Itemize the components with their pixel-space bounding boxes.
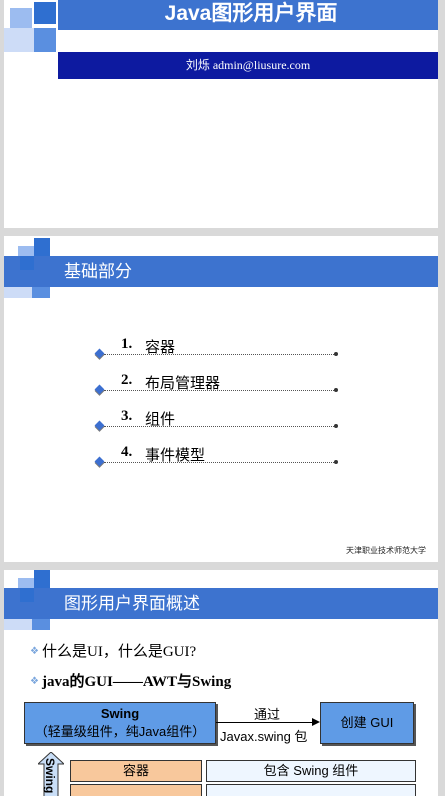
- presentation-title: Java图形用户界面: [164, 2, 338, 25]
- author-info: 刘烁 admin@liusure.com: [185, 58, 311, 72]
- item-number: 1.: [121, 336, 133, 352]
- bullet-line: ❖ java的GUI——AWT与Swing: [30, 670, 231, 691]
- slide-basics: 基础部分 1. 容器 2. 布局管理器 3. 组件 4. 事件模型 天津职业技术…: [4, 236, 438, 562]
- diamond-bullet-icon: [94, 384, 105, 395]
- rule-end-dot: [334, 388, 338, 392]
- section-title: 图形用户界面概述: [64, 594, 200, 613]
- swing-title: Swing: [100, 706, 140, 721]
- contains-box-lower: [206, 784, 416, 796]
- item-number: 3.: [121, 408, 133, 424]
- item-number: 2.: [121, 372, 133, 388]
- author-bar: 刘烁 admin@liusure.com: [58, 52, 438, 79]
- decor-square: [4, 286, 32, 298]
- list-item: 2. 布局管理器: [94, 372, 338, 396]
- rule-end-dot: [334, 460, 338, 464]
- arrow-right-icon: [312, 718, 320, 726]
- list-item: 4. 事件模型: [94, 444, 338, 468]
- diamond-bullet-icon: ❖: [30, 676, 39, 687]
- bullet-line: ❖ 什么是UI，什么是GUI?: [30, 640, 196, 661]
- arrow-label-bottom: Javax.swing 包: [220, 729, 308, 744]
- arrow-line: [216, 722, 314, 723]
- dotted-rule: [104, 426, 336, 427]
- container-box: 容器: [70, 760, 202, 782]
- slide-gui-overview: 图形用户界面概述 ❖ 什么是UI，什么是GUI? ❖ java的GUI——AWT与S…: [4, 570, 438, 796]
- diamond-bullet-icon: [94, 420, 105, 431]
- vertical-label: Swing: [43, 758, 57, 794]
- decor-square: [34, 238, 50, 256]
- decor-square: [20, 256, 34, 270]
- decor-square: [34, 570, 50, 588]
- decor-square: [4, 28, 34, 52]
- item-number: 4.: [121, 444, 133, 460]
- dotted-rule: [104, 462, 336, 463]
- decor-square: [4, 618, 32, 630]
- bullet-text: java的GUI——AWT与Swing: [42, 674, 232, 690]
- container-box-lower: [70, 784, 202, 796]
- list-item: 1. 容器: [94, 336, 338, 360]
- decor-square: [34, 28, 56, 52]
- decor-square: [10, 8, 32, 28]
- diamond-bullet-icon: [94, 456, 105, 467]
- diamond-bullet-icon: [94, 348, 105, 359]
- slide-title: Java图形用户界面 刘烁 admin@liusure.com: [4, 0, 438, 228]
- section-title: 基础部分: [64, 262, 132, 281]
- diamond-bullet-icon: ❖: [30, 646, 39, 657]
- swing-box: Swing （轻量级组件，纯Java组件）: [24, 702, 216, 744]
- decor-square: [32, 286, 50, 298]
- contains-box: 包含 Swing 组件: [206, 760, 416, 782]
- list-item: 3. 组件: [94, 408, 338, 432]
- create-gui-box: 创建 GUI: [320, 702, 414, 744]
- dotted-rule: [104, 390, 336, 391]
- dotted-rule: [104, 354, 336, 355]
- rule-end-dot: [334, 352, 338, 356]
- decor-square: [32, 618, 50, 630]
- swing-subtitle: （轻量级组件，纯Java组件）: [34, 724, 206, 739]
- bullet-text: 什么是UI，什么是GUI?: [42, 644, 197, 660]
- footer-institution: 天津职业技术师范大学: [346, 546, 426, 555]
- rule-end-dot: [334, 424, 338, 428]
- decor-square: [20, 588, 34, 602]
- decor-square: [34, 2, 56, 24]
- arrow-label-top: 通过: [254, 707, 281, 722]
